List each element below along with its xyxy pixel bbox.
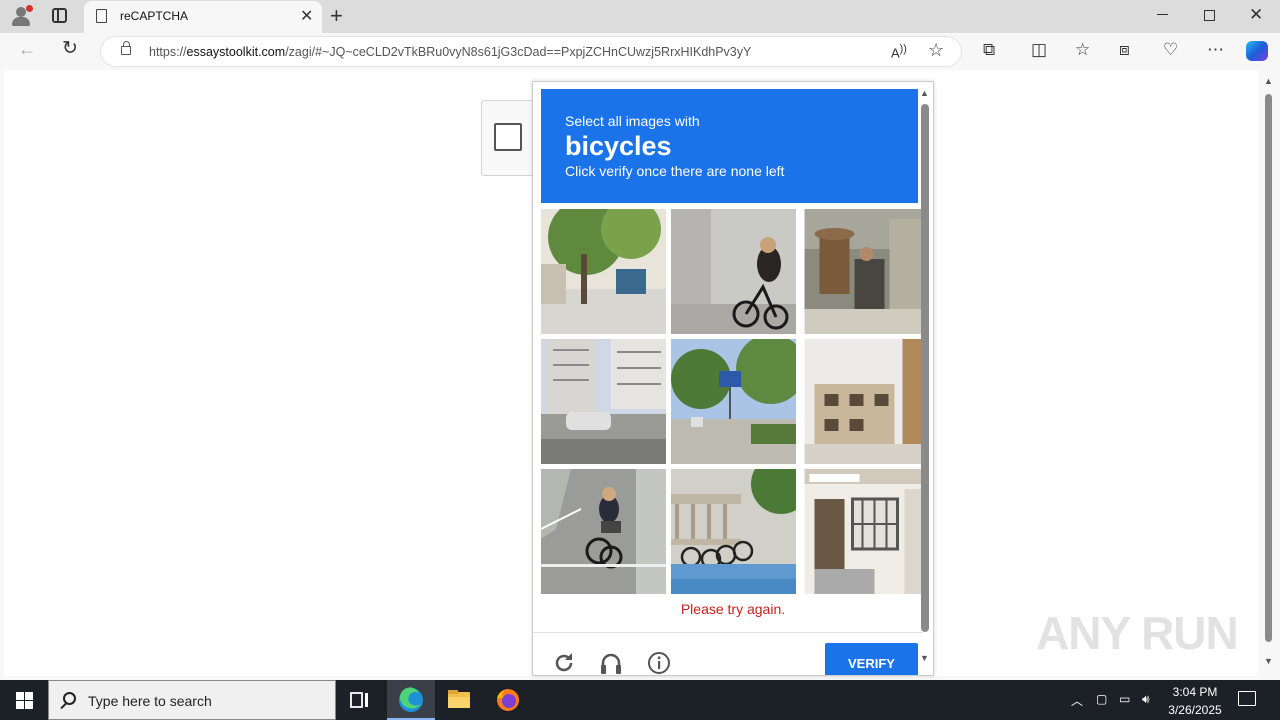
meet-now-icon[interactable]: ▢ [1096, 692, 1107, 706]
challenge-header: Select all images with bicycles Click ve… [541, 89, 918, 203]
audio-challenge-icon[interactable] [599, 651, 623, 675]
image-tile[interactable] [801, 209, 926, 334]
firefox-icon[interactable] [484, 680, 532, 720]
image-tile[interactable] [801, 469, 926, 594]
read-aloud-icon[interactable]: A)) [891, 43, 907, 60]
task-view-button[interactable] [336, 680, 384, 720]
instruction-text: Select all images with [565, 113, 700, 129]
collections-icon[interactable]: ⧈ [1119, 40, 1130, 60]
instruction-subtext: Click verify once there are none left [565, 163, 785, 179]
close-tab-icon[interactable]: ✕ [300, 6, 313, 26]
taskbar: Type here to search ︿ ▢ ▭ 🔊︎ 3:04 PM 3/2… [0, 680, 1280, 720]
close-window-button[interactable]: ✕ [1249, 5, 1263, 25]
image-tile[interactable] [541, 209, 666, 334]
recaptcha-challenge: Select all images with bicycles Click ve… [532, 81, 934, 676]
address-bar[interactable]: https://essaystoolkit.com/zagi/#~JQ~ceCL… [100, 36, 962, 67]
image-tile[interactable] [671, 339, 796, 464]
volume-icon[interactable]: 🔊︎ [1142, 692, 1150, 707]
more-menu-icon[interactable]: ⋯ [1207, 40, 1224, 60]
show-hidden-icons[interactable]: ︿ [1071, 692, 1083, 709]
browser-toolbar: ← ↻ https://essaystoolkit.com/zagi/#~JQ~… [0, 33, 1280, 70]
scroll-down-icon[interactable]: ▼ [920, 653, 929, 663]
image-grid [541, 209, 923, 595]
image-tile[interactable] [671, 209, 796, 334]
profile-icon[interactable] [10, 5, 33, 27]
image-tile[interactable] [801, 339, 926, 464]
copilot-icon[interactable] [1246, 41, 1268, 61]
tab-title: reCAPTCHA [120, 9, 189, 23]
search-placeholder: Type here to search [88, 693, 212, 709]
favorites-icon[interactable]: ☆ [1075, 40, 1090, 60]
extensions-icon[interactable]: ⧉ [983, 40, 995, 60]
clock-date: 3/26/2025 [1168, 703, 1222, 717]
notifications-icon[interactable] [1238, 691, 1256, 706]
network-icon[interactable]: ▭ [1119, 692, 1130, 706]
url-text[interactable]: https://essaystoolkit.com/zagi/#~JQ~ceCL… [149, 45, 751, 59]
recaptcha-checkbox[interactable] [494, 123, 522, 151]
new-tab-button[interactable]: + [330, 3, 343, 29]
taskbar-search[interactable]: Type here to search [48, 680, 336, 720]
restore-button[interactable] [1204, 10, 1215, 21]
refresh-icon[interactable]: ↻ [62, 37, 78, 60]
clock-time: 3:04 PM [1172, 685, 1218, 699]
error-message: Please try again. [680, 601, 786, 617]
file-explorer-icon[interactable] [435, 680, 483, 720]
scroll-up-icon[interactable]: ▲ [1264, 76, 1273, 86]
watermark: ANY RUN [1036, 607, 1239, 659]
challenge-scroll-thumb[interactable] [921, 104, 929, 632]
search-icon [63, 692, 76, 705]
split-screen-icon[interactable]: ◫ [1031, 40, 1047, 60]
challenge-footer: VERIFY [533, 632, 923, 675]
page-icon [96, 9, 107, 23]
system-clock[interactable]: 3:04 PM 3/26/2025 [1160, 683, 1230, 719]
image-tile[interactable] [541, 469, 666, 594]
challenge-scrollbar[interactable]: ▲ ▼ [918, 82, 933, 675]
image-tile[interactable] [541, 339, 666, 464]
minimize-button[interactable] [1157, 14, 1168, 15]
browser-tabstrip: reCAPTCHA ✕ + ✕ [0, 0, 1280, 33]
reload-icon[interactable] [552, 651, 576, 675]
target-object: bicycles [565, 131, 672, 161]
favorite-star-icon[interactable]: ☆ [928, 40, 944, 61]
browser-essentials-icon[interactable]: ♡ [1163, 40, 1178, 60]
verify-button[interactable]: VERIFY [825, 643, 918, 675]
back-arrow-icon[interactable]: ← [18, 39, 36, 60]
scroll-down-icon[interactable]: ▼ [1264, 656, 1273, 666]
lock-icon[interactable] [121, 41, 131, 55]
tab-recaptcha[interactable]: reCAPTCHA ✕ [84, 1, 322, 33]
page-scrollbar[interactable]: ▲ ▼ [1262, 70, 1276, 676]
info-icon[interactable] [647, 651, 671, 675]
scroll-up-icon[interactable]: ▲ [920, 88, 929, 98]
page-scroll-thumb[interactable] [1265, 94, 1272, 642]
image-tile[interactable] [671, 469, 796, 594]
windows-start-icon[interactable] [16, 692, 33, 709]
tab-actions-icon[interactable] [52, 8, 67, 23]
edge-taskbar-icon[interactable] [387, 680, 435, 720]
